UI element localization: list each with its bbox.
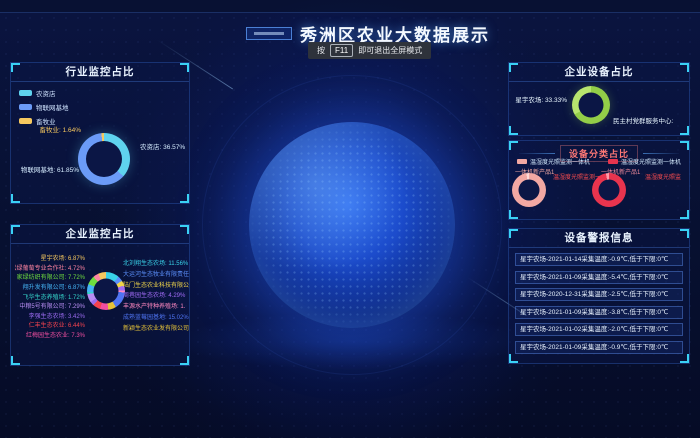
earth-globe xyxy=(249,122,455,328)
alarm-row: 星宇农场-2021-01-09采集温度:-0.9℃,低于下限:0℃ xyxy=(515,341,683,354)
legend-label: 温湿度光照监测一体机 xyxy=(621,157,681,166)
device-class-donut-left[interactable] xyxy=(512,173,546,207)
device-class-legend-left[interactable]: 温湿度光照监测一体机 xyxy=(517,157,590,166)
legend-item[interactable]: 物联网基地 xyxy=(19,102,69,112)
label-iot-base: 物联网基地: 61.85% xyxy=(17,164,79,174)
donut-hole xyxy=(86,141,122,177)
pie-label: 李强生态农场: 3.42% xyxy=(15,311,85,320)
alarm-row: 星宇农场-2021-01-02采集温度:-2.0℃,低于下限:0℃ xyxy=(515,323,683,336)
pie-label: 飞华生态养殖场: 1.72% xyxy=(15,292,85,301)
pie-label: 北刘翔生态农场: 11.56% xyxy=(123,258,189,267)
pie-label: 陆门生态农业科技有限公 xyxy=(123,280,189,289)
panel-device-alarms: 设备警报信息 星宇农场-2021-01-14采集温度:-0.9℃,低于下限:0℃… xyxy=(508,228,690,364)
panel-industry-monitor: 行业监控占比 农资店物联网基地畜牧业 畜牧业: 1.64% 农资店: 36.57… xyxy=(10,62,190,204)
alarm-list[interactable]: 星宇农场-2021-01-14采集温度:-0.9℃,低于下限:0℃ 星宇农场-20… xyxy=(509,248,689,354)
alarm-row: 星宇农场-2021-01-09采集温度:-5.4℃,低于下限:0℃ xyxy=(515,271,683,284)
legend-item[interactable]: 农资店 xyxy=(19,88,69,98)
alarm-row: 星宇农场-2020-12-31采集温度:-2.5℃,低于下限:0℃ xyxy=(515,288,683,301)
pie-label: 成熟蓝莓园基地: 15.02% xyxy=(123,312,189,321)
decor-line-left xyxy=(519,153,555,154)
pie-label: 中粮5号有限公司: 7.29% xyxy=(15,301,85,310)
pie-label: 丰源水产特种养殖场: 1. xyxy=(123,301,189,310)
device-class-legend-right[interactable]: 温湿度光照监测一体机 xyxy=(608,157,681,166)
panel-device-classification: 设备分类占比 温湿度光照监测一体机 温湿度光照监测一体机 一体机新产品1 一体机… xyxy=(508,140,690,220)
pie-label: 星宇农场: 6.87% xyxy=(15,253,85,262)
pie-label: 家绿纺织有限公司: 7.72% xyxy=(15,272,85,281)
devices-donut-chart[interactable] xyxy=(572,86,610,124)
enterprise-labels-left: 星宇农场: 6.87%松绿葡萄专业合作社: 4.72%家绿纺织有限公司: 7.7… xyxy=(15,253,85,339)
legend-label: 温湿度光照监测一体机 xyxy=(530,157,590,166)
industry-donut-chart[interactable] xyxy=(78,133,130,185)
panel-industry-title: 行业监控占比 xyxy=(11,63,189,82)
pie-label: 仁丰生态农业: 6.44% xyxy=(15,320,85,329)
panel-devices-title: 企业设备占比 xyxy=(509,63,689,82)
pie-label: 新颖生态农业发有限公司: 6.87% xyxy=(123,323,189,332)
label-xingyu-farm: 星宇农场: 33.33% xyxy=(513,94,567,104)
decor-line-right xyxy=(643,153,679,154)
legend-swatch xyxy=(19,90,32,96)
alarm-row: 星宇农场-2021-01-09采集温度:-3.8℃,低于下限:0℃ xyxy=(515,306,683,319)
panel-enterprise-devices: 企业设备占比 星宇农场: 33.33% 民主村党群服务中心: xyxy=(508,62,690,136)
label-livestock: 畜牧业: 1.64% xyxy=(23,124,81,134)
alarm-row: 星宇农场-2021-01-14采集温度:-0.9℃,低于下限:0℃ xyxy=(515,253,683,266)
donut-hole xyxy=(519,180,540,201)
tooltip-suffix: 即可退出全屏模式 xyxy=(358,45,422,56)
industry-legend: 农资店物联网基地畜牧业 xyxy=(19,88,69,126)
enterprise-labels-right: 北刘翔生态农场: 11.56% 大运河生态牧业有限责任公陆门生态农业科技有限公周巷… xyxy=(123,258,189,332)
tooltip-prefix: 按 xyxy=(317,45,325,56)
dashboard-stage: 秀洲区农业大数据展示 按 F11 即可退出全屏模式 行业监控占比 农资店物联网基… xyxy=(0,0,700,438)
legend-swatch xyxy=(517,159,527,164)
pie-label: 红梅园生态农业: 7.3% xyxy=(15,330,85,339)
donut-hole xyxy=(94,279,119,304)
pie-label: 大运河生态牧业有限责任公 xyxy=(123,269,189,278)
floor-glow xyxy=(172,312,532,370)
panel-alarms-title: 设备警报信息 xyxy=(509,229,689,248)
donut-hole xyxy=(599,180,620,201)
fullscreen-tooltip: 按 F11 即可退出全屏模式 xyxy=(308,42,431,59)
donut-hole xyxy=(579,93,604,118)
legend-label: 物联网基地 xyxy=(36,102,69,112)
label-agri-store: 农资店: 36.57% xyxy=(140,141,185,151)
panel-enterprise-monitor: 企业监控占比 星宇农场: 6.87%松绿葡萄专业合作社: 4.72%家绿纺织有限… xyxy=(10,224,190,366)
device-class-donut-right[interactable] xyxy=(592,173,626,207)
label-main-device-right: 温湿度光照监 xyxy=(645,172,689,181)
header-logo xyxy=(246,27,292,40)
pie-label: 翔升发有限公司: 6.87% xyxy=(15,282,85,291)
f11-keycap: F11 xyxy=(330,44,353,57)
label-minzhu-center: 民主村党群服务中心: xyxy=(613,115,689,125)
pie-label: 周巷园生态农场: 4.29% xyxy=(123,290,189,299)
legend-swatch xyxy=(608,159,618,164)
label-main-device-left: 温湿度光照监测一 xyxy=(553,172,599,181)
legend-swatch xyxy=(19,104,32,110)
legend-label: 农资店 xyxy=(36,88,56,98)
enterprise-donut-chart[interactable] xyxy=(87,272,125,310)
pie-label: 松绿葡萄专业合作社: 4.72% xyxy=(15,263,85,272)
panel-enterprise-title: 企业监控占比 xyxy=(11,225,189,244)
